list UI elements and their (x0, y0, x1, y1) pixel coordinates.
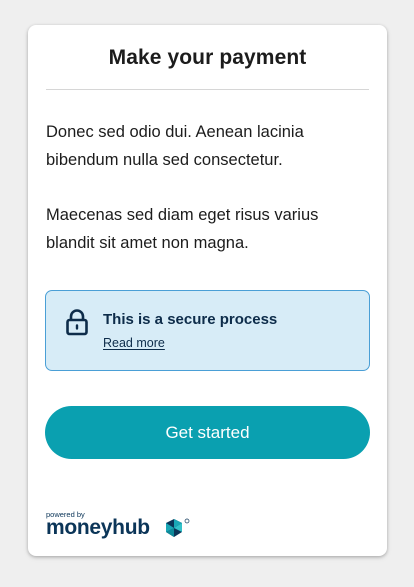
secure-process-notice: This is a secure process Read more (45, 290, 370, 371)
read-more-link[interactable]: Read more (103, 336, 165, 350)
get-started-button[interactable]: Get started (45, 406, 370, 459)
page-title: Make your payment (108, 46, 307, 69)
brand-name: moneyhub (46, 516, 150, 539)
moneyhub-logo-icon (161, 517, 191, 539)
intro-paragraph-1: Donec sed odio dui. Aenean lacinia biben… (46, 123, 304, 169)
title-divider (46, 89, 369, 90)
intro-paragraph-2: Maecenas sed diam eget risus varius blan… (46, 206, 319, 252)
payment-card: Make your payment Donec sed odio dui. Ae… (28, 25, 387, 556)
powered-by-brand: powered by moneyhub (46, 511, 196, 539)
lock-icon (64, 308, 90, 336)
secure-notice-title: This is a secure process (103, 311, 278, 328)
